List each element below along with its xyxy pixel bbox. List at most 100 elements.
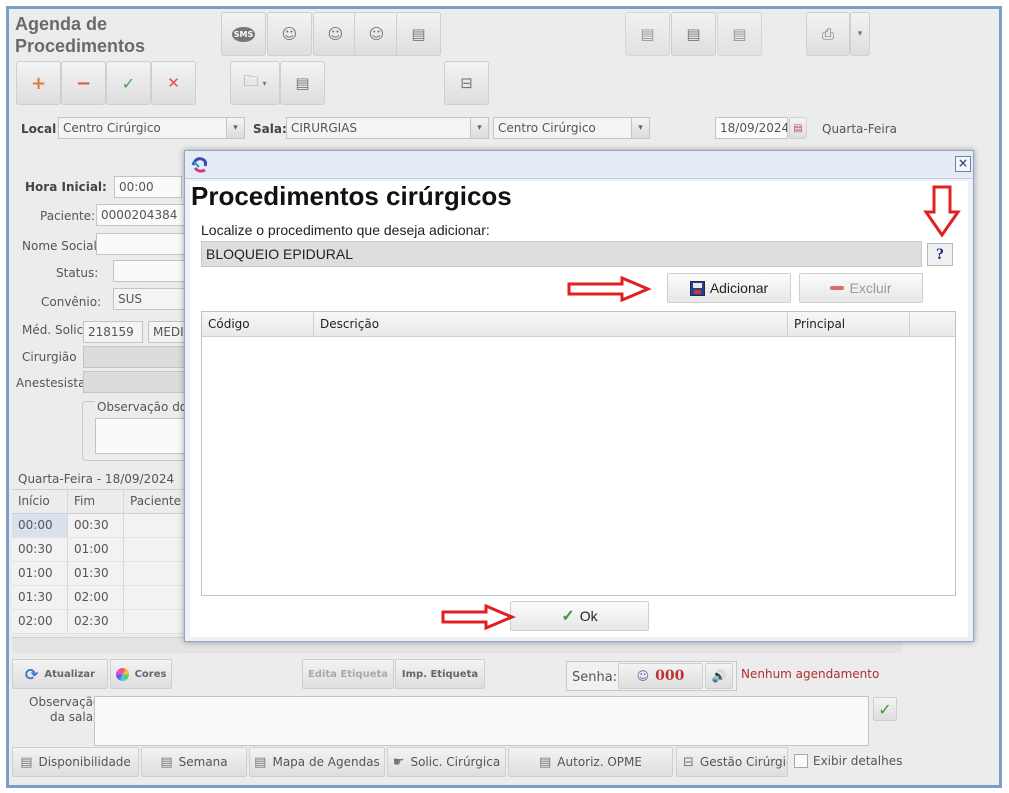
sala-label: Sala: bbox=[253, 122, 287, 136]
print-button[interactable]: ⎙ bbox=[806, 12, 850, 56]
print-dropdown[interactable]: ▾ bbox=[850, 12, 870, 56]
med-solic-name-field[interactable]: MEDI bbox=[148, 321, 188, 343]
speaker-icon: 🔊 bbox=[711, 669, 727, 683]
cirurgiao-field[interactable] bbox=[83, 346, 188, 368]
calendar-icon: ▤ bbox=[793, 122, 803, 134]
adicionar-button[interactable]: Adicionar bbox=[667, 273, 791, 303]
people-icon: ☺ bbox=[636, 669, 650, 683]
paciente-field[interactable]: 0000204384 bbox=[96, 204, 186, 226]
chevron-down-icon: ▾ bbox=[262, 78, 267, 88]
observacao-sala-label: Observação bbox=[29, 695, 101, 709]
doc-list-icon: ▤ bbox=[686, 25, 701, 43]
semana-button[interactable]: ▤ Semana bbox=[141, 747, 247, 777]
doc-tool-button[interactable]: ▤ bbox=[717, 12, 762, 56]
ok-button[interactable]: ✓ Ok bbox=[510, 601, 649, 631]
nome-social-field[interactable] bbox=[96, 233, 186, 255]
table-row[interactable]: 02:00 02:30 bbox=[12, 610, 190, 634]
autoriz-opme-button[interactable]: ▤ Autoriz. OPME bbox=[508, 747, 673, 777]
unit-select[interactable]: Centro Cirúrgico ▾ bbox=[493, 117, 650, 139]
report-button[interactable]: ▤ bbox=[280, 61, 325, 105]
people-icon: ☺ bbox=[327, 25, 344, 43]
observacao-field[interactable] bbox=[95, 418, 191, 454]
dialog-titlebar: × bbox=[185, 151, 973, 179]
senha-button[interactable]: ☺ 000 bbox=[618, 663, 703, 689]
app-logo-icon bbox=[191, 157, 208, 173]
folder-button[interactable]: 🗀 ▾ bbox=[230, 61, 280, 105]
col-fim: Fim bbox=[68, 490, 124, 513]
procedure-search-input[interactable]: BLOQUEIO EPIDURAL bbox=[201, 241, 922, 267]
remove-button[interactable]: − bbox=[61, 61, 106, 105]
chevron-down-icon: ▾ bbox=[226, 118, 244, 138]
sala-select[interactable]: CIRURGIAS ▾ bbox=[286, 117, 489, 139]
exibir-detalhes-label: Exibir detalhes bbox=[813, 754, 903, 768]
anestesista-field[interactable] bbox=[83, 371, 188, 393]
edita-etiqueta-button[interactable]: Edita Etiqueta bbox=[302, 659, 394, 689]
arrow-right-icon bbox=[567, 276, 652, 302]
mapa-agendas-button[interactable]: ▤ Mapa de Agendas bbox=[249, 747, 385, 777]
plus-icon: + bbox=[30, 72, 47, 94]
page-title: Agenda de Procedimentos bbox=[15, 14, 146, 56]
disponibilidade-button[interactable]: ▤ Disponibilidade bbox=[12, 747, 139, 777]
report-icon: ▤ bbox=[295, 74, 310, 92]
hora-inicial-field[interactable]: 00:00 bbox=[114, 176, 182, 198]
printer-icon: ⎙ bbox=[821, 25, 834, 43]
procedures-table-header: Código Descrição Principal bbox=[202, 312, 955, 337]
doc-edit-icon: ▤ bbox=[640, 25, 655, 43]
date-field[interactable]: 18/09/2024 bbox=[715, 117, 788, 139]
hand-icon: ☛ bbox=[392, 754, 405, 770]
gestao-cirurgica-button[interactable]: ⊟ Gestão Cirúrgic bbox=[676, 747, 788, 777]
convenio-field[interactable]: SUS bbox=[113, 288, 186, 310]
observacao-label: Observação do bbox=[95, 400, 190, 414]
solic-cirurgica-button[interactable]: ☛ Solic. Cirúrgica bbox=[387, 747, 506, 777]
table-row[interactable]: 00:30 01:00 bbox=[12, 538, 190, 562]
close-icon[interactable]: × bbox=[955, 156, 971, 172]
clipboard-icon: ▤ bbox=[411, 25, 426, 43]
speaker-button[interactable]: 🔊 bbox=[705, 663, 733, 689]
doctor-button[interactable]: ☺ bbox=[354, 12, 399, 56]
cores-button[interactable]: Cores bbox=[110, 659, 172, 689]
doc-edit-button[interactable]: ▤ bbox=[625, 12, 670, 56]
imp-etiqueta-button[interactable]: Imp. Etiqueta bbox=[395, 659, 485, 689]
clipboard-button[interactable]: ▤ bbox=[396, 12, 441, 56]
table-row[interactable]: 01:30 02:00 bbox=[12, 586, 190, 610]
doc-list-button[interactable]: ▤ bbox=[671, 12, 716, 56]
paciente-label: Paciente: bbox=[40, 209, 96, 223]
med-solic-code-field[interactable]: 218159 bbox=[83, 321, 143, 343]
floppy-disk-icon bbox=[689, 280, 705, 296]
help-button[interactable]: ? bbox=[927, 243, 953, 266]
atualizar-button[interactable]: ⟳ Atualizar bbox=[12, 659, 108, 689]
table-row[interactable]: 00:00 00:30 bbox=[12, 514, 190, 538]
arrow-down-icon bbox=[923, 185, 961, 238]
document-icon: ▤ bbox=[539, 754, 552, 770]
link-button[interactable]: ⊟ bbox=[444, 61, 489, 105]
procedimentos-dialog: × Procedimentos cirúrgicos Localize o pr… bbox=[184, 150, 974, 642]
exibir-detalhes-checkbox[interactable] bbox=[794, 754, 808, 768]
local-select[interactable]: Centro Cirúrgico ▾ bbox=[58, 117, 245, 139]
status-field[interactable] bbox=[113, 260, 186, 282]
chevron-down-icon: ▾ bbox=[470, 118, 488, 138]
excluir-button[interactable]: Excluir bbox=[799, 273, 923, 303]
sms-icon: SMS bbox=[231, 26, 256, 42]
group-button[interactable]: ☺ bbox=[313, 12, 358, 56]
check-icon: ✓ bbox=[878, 699, 892, 719]
local-label: Local bbox=[21, 122, 57, 136]
calendar-icon: ▤ bbox=[160, 754, 173, 770]
save-observacao-button[interactable]: ✓ bbox=[873, 697, 897, 721]
table-row[interactable]: 01:00 01:30 bbox=[12, 562, 190, 586]
patient-button[interactable]: ☺ bbox=[267, 12, 312, 56]
weekday-label: Quarta-Feira bbox=[822, 122, 897, 136]
x-icon: ✕ bbox=[167, 74, 180, 92]
senha-label: Senha: bbox=[572, 670, 618, 685]
color-wheel-icon bbox=[115, 667, 129, 681]
observacao-sala-field[interactable] bbox=[94, 696, 869, 746]
nome-social-label: Nome Social: bbox=[22, 239, 101, 253]
cancel-button[interactable]: ✕ bbox=[151, 61, 196, 105]
clipboard-icon: ▤ bbox=[254, 754, 267, 770]
calendar-button[interactable]: ▤ bbox=[789, 117, 807, 139]
confirm-button[interactable]: ✓ bbox=[106, 61, 151, 105]
monitor-icon: ⊟ bbox=[683, 754, 694, 770]
add-button[interactable]: + bbox=[16, 61, 61, 105]
check-icon: ✓ bbox=[561, 608, 575, 625]
sms-button[interactable]: SMS bbox=[221, 12, 266, 56]
observacao-sala-label-2: da sala: bbox=[50, 710, 98, 724]
